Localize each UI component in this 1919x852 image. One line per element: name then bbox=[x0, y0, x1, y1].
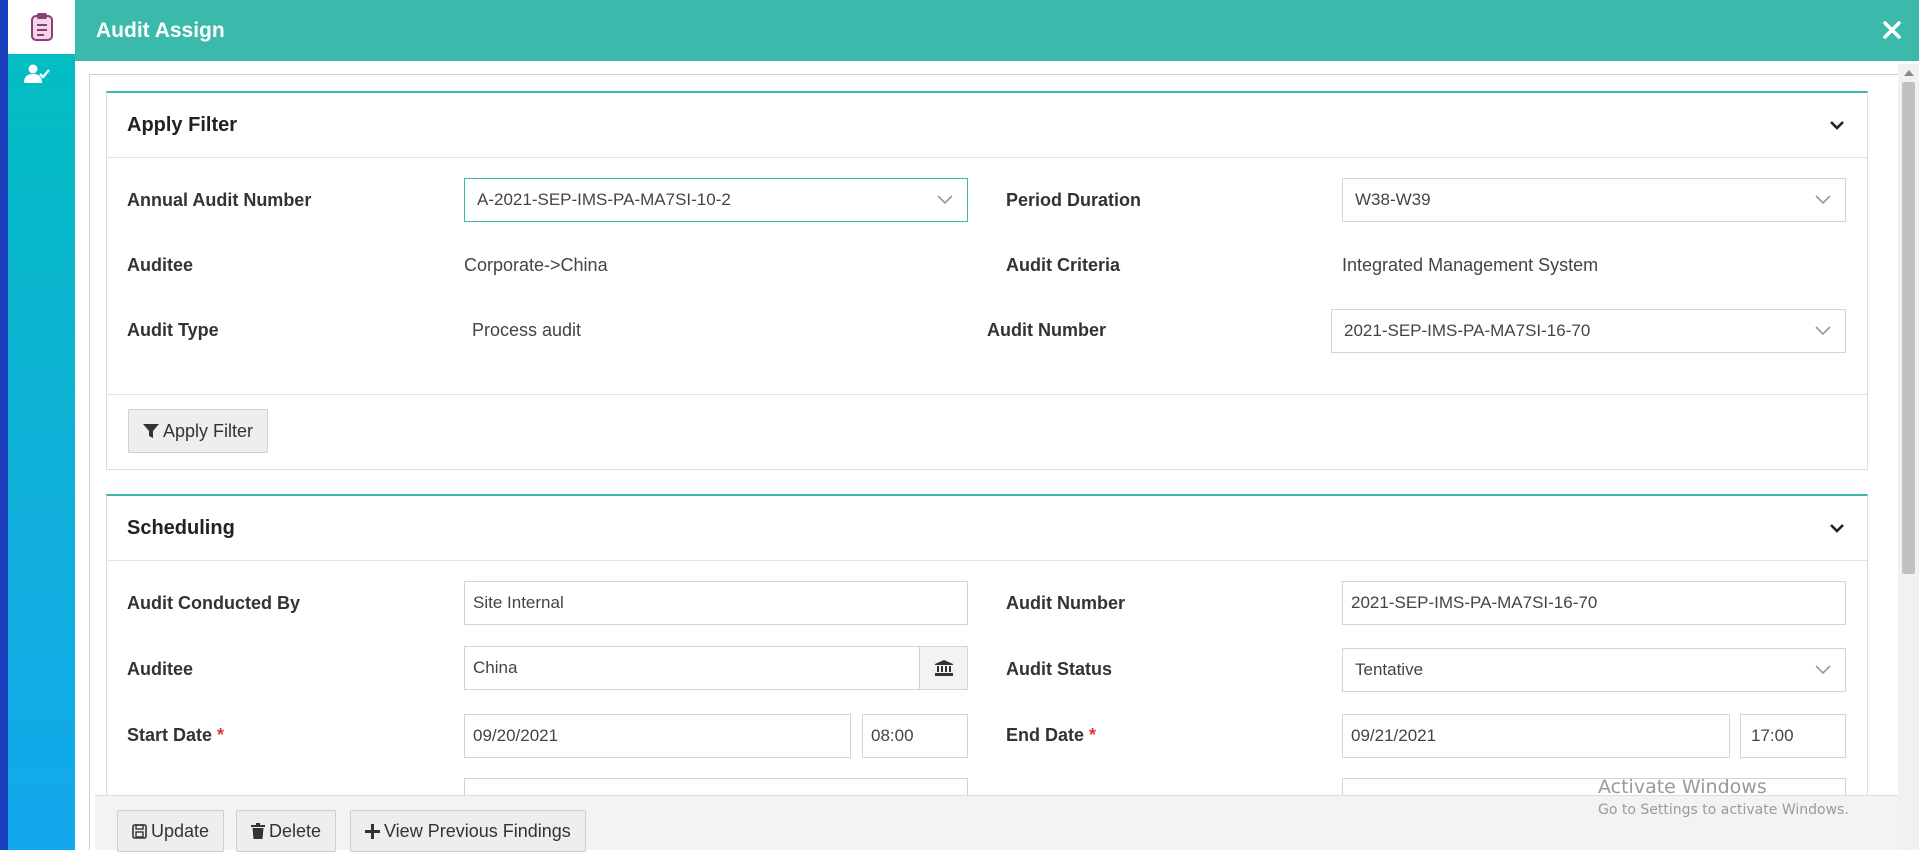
apply-filter-header[interactable]: Apply Filter bbox=[107, 93, 1867, 158]
clipboard-icon bbox=[30, 13, 53, 41]
apply-filter-section: Apply Filter bbox=[106, 91, 1868, 470]
chevron-down-icon bbox=[1815, 665, 1831, 675]
scheduling-header[interactable]: Scheduling bbox=[107, 496, 1867, 561]
end-time-value: 17:00 bbox=[1751, 726, 1794, 745]
scheduling-audit-number-value: 2021-SEP-IMS-PA-MA7SI-16-70 bbox=[1351, 593, 1598, 612]
delete-button-label: Delete bbox=[269, 820, 322, 841]
annual-audit-number-select[interactable]: A-2021-SEP-IMS-PA-MA7SI-10-2 bbox=[464, 178, 968, 222]
audit-conducted-by-field[interactable]: Site Internal bbox=[464, 581, 968, 625]
scroll-up-arrow-icon[interactable] bbox=[1904, 70, 1914, 76]
chevron-down-icon[interactable] bbox=[1829, 522, 1845, 534]
activation-watermark-title: Activate Windows bbox=[1598, 776, 1767, 798]
annual-audit-number-label: Annual Audit Number bbox=[127, 190, 312, 210]
trash-icon bbox=[251, 823, 265, 839]
sidebar-edge bbox=[0, 0, 8, 850]
chevron-down-icon bbox=[937, 195, 953, 205]
audit-criteria-value: Integrated Management System bbox=[1342, 255, 1599, 275]
scheduling-title: Scheduling bbox=[127, 516, 235, 539]
modal-header: Audit Assign bbox=[75, 0, 1919, 61]
sidebar bbox=[0, 0, 75, 850]
audit-status-label: Audit Status bbox=[1006, 659, 1112, 679]
save-icon bbox=[132, 823, 147, 839]
annual-audit-number-value: A-2021-SEP-IMS-PA-MA7SI-10-2 bbox=[477, 190, 731, 209]
start-date-label: Start Date * bbox=[127, 725, 224, 746]
scheduling-audit-number-label: Audit Number bbox=[1006, 593, 1125, 613]
institution-icon bbox=[934, 660, 953, 676]
audit-criteria-label: Audit Criteria bbox=[1006, 255, 1121, 275]
update-button-label: Update bbox=[151, 820, 210, 841]
view-previous-findings-button[interactable]: View Previous Findings bbox=[350, 810, 586, 852]
auditee-lookup-button[interactable] bbox=[919, 646, 968, 690]
start-time-value: 08:00 bbox=[871, 726, 914, 745]
start-time-input[interactable]: 08:00 bbox=[862, 714, 968, 758]
audit-number-value: 2021-SEP-IMS-PA-MA7SI-16-70 bbox=[1344, 321, 1591, 340]
vertical-scrollbar[interactable] bbox=[1898, 64, 1919, 850]
app-logo[interactable] bbox=[8, 0, 75, 54]
audit-status-value: Tentative bbox=[1355, 660, 1424, 679]
end-date-label: End Date * bbox=[1006, 725, 1096, 746]
chevron-down-icon[interactable] bbox=[1829, 119, 1845, 131]
audit-number-label: Audit Number bbox=[987, 320, 1106, 340]
plus-icon bbox=[365, 823, 380, 839]
delete-button[interactable]: Delete bbox=[236, 810, 337, 852]
update-button[interactable]: Update bbox=[117, 810, 225, 852]
end-date-value: 09/21/2021 bbox=[1351, 726, 1437, 745]
end-date-input[interactable]: 09/21/2021 bbox=[1342, 714, 1730, 758]
required-marker: * bbox=[217, 725, 225, 745]
activation-watermark-subtitle: Go to Settings to activate Windows. bbox=[1598, 802, 1849, 818]
scheduling-auditee-field[interactable]: China bbox=[464, 646, 920, 690]
audit-number-select[interactable]: 2021-SEP-IMS-PA-MA7SI-16-70 bbox=[1331, 309, 1846, 353]
page-title: Audit Assign bbox=[96, 18, 225, 42]
scheduling-auditee-label: Auditee bbox=[127, 659, 194, 679]
start-date-label-text: Start Date bbox=[127, 725, 213, 745]
chevron-down-icon bbox=[1815, 326, 1831, 336]
apply-filter-button[interactable]: Apply Filter bbox=[128, 409, 269, 453]
start-date-input[interactable]: 09/20/2021 bbox=[464, 714, 851, 758]
end-time-input[interactable]: 17:00 bbox=[1740, 714, 1846, 758]
audit-conducted-by-value: Site Internal bbox=[473, 593, 564, 612]
period-duration-select[interactable]: W38-W39 bbox=[1342, 178, 1846, 222]
end-date-label-text: End Date bbox=[1006, 725, 1085, 745]
audit-type-label: Audit Type bbox=[127, 320, 219, 340]
chevron-down-icon bbox=[1815, 195, 1831, 205]
audit-status-select[interactable]: Tentative bbox=[1342, 648, 1846, 692]
filter-icon bbox=[143, 424, 159, 438]
user-check-icon[interactable] bbox=[24, 64, 50, 84]
close-icon[interactable] bbox=[1879, 17, 1905, 43]
auditee-label: Auditee bbox=[127, 255, 194, 275]
period-duration-label: Period Duration bbox=[1006, 190, 1142, 210]
period-duration-value: W38-W39 bbox=[1355, 190, 1431, 209]
scheduling-auditee-value: China bbox=[473, 658, 518, 677]
start-date-value: 09/20/2021 bbox=[473, 726, 559, 745]
audit-type-value: Process audit bbox=[472, 320, 582, 340]
divider bbox=[107, 394, 1867, 395]
scheduling-audit-number-field[interactable]: 2021-SEP-IMS-PA-MA7SI-16-70 bbox=[1342, 581, 1846, 625]
audit-conducted-by-label: Audit Conducted By bbox=[127, 593, 300, 613]
view-previous-findings-label: View Previous Findings bbox=[384, 820, 571, 841]
auditee-value: Corporate->China bbox=[464, 255, 608, 275]
scroll-thumb[interactable] bbox=[1902, 82, 1915, 574]
apply-filter-button-label: Apply Filter bbox=[163, 420, 254, 441]
apply-filter-title: Apply Filter bbox=[127, 113, 238, 136]
required-marker: * bbox=[1089, 725, 1097, 745]
